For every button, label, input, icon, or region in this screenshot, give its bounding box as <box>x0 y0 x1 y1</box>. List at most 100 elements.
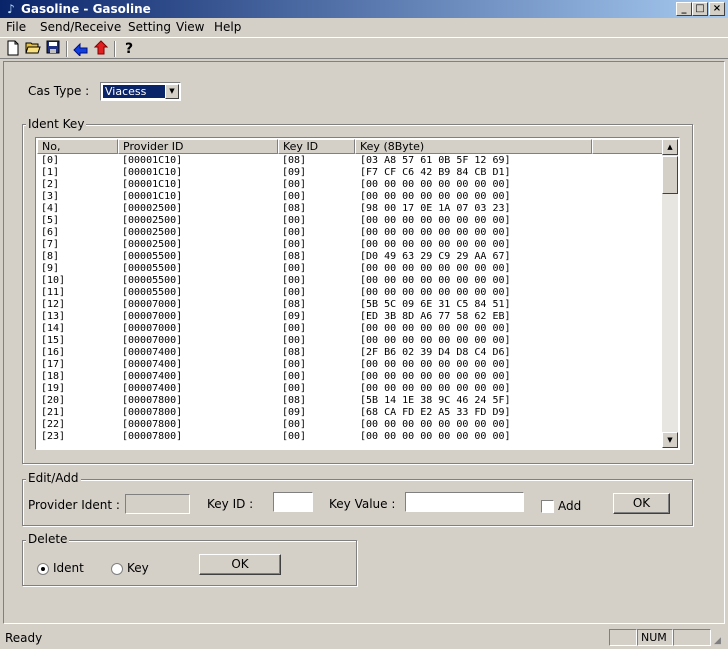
cell-key: [68 CA FD E2 A5 33 FD D9] <box>360 407 511 418</box>
table-row[interactable]: [6] [00002500] [00] [00 00 00 00 00 00 00 0… <box>37 227 663 239</box>
cell-key-id: [08] <box>282 203 307 214</box>
table-row[interactable]: [2] [00001C10] [00] [00 00 00 00 00 00 00 0… <box>37 179 663 191</box>
ident-radio[interactable] <box>37 563 49 575</box>
provider-ident-field[interactable] <box>125 494 190 514</box>
table-row[interactable]: [20] [00007800] [08] [5B 14 1E 38 9C 46 24 … <box>37 395 663 407</box>
key-radio[interactable] <box>111 563 123 575</box>
status-bar: Ready NUM ◢ <box>0 627 728 649</box>
delete-ok-button[interactable]: OK <box>199 554 281 575</box>
cell-no: [23] <box>41 431 66 442</box>
key-id-label: Key ID : <box>207 497 254 511</box>
cas-type-value: Viacess <box>103 85 165 98</box>
cell-provider-id: [00005500] <box>122 263 183 274</box>
upload-arrow-icon[interactable] <box>92 40 110 58</box>
download-arrow-icon[interactable] <box>72 40 90 58</box>
cell-provider-id: [00005500] <box>122 287 183 298</box>
ident-key-table[interactable]: No, Provider ID Key ID Key (8Byte) [0] [0… <box>35 137 680 450</box>
cell-key: [00 00 00 00 00 00 00 00] <box>360 215 511 226</box>
table-row[interactable]: [19] [00007400] [00] [00 00 00 00 00 00 00 … <box>37 383 663 395</box>
chevron-down-icon[interactable]: ▼ <box>165 84 179 99</box>
column-header-provider-id[interactable]: Provider ID <box>118 139 278 154</box>
cell-no: [9] <box>41 263 60 274</box>
table-row[interactable]: [1] [00001C10] [09] [F7 CF C6 42 B9 84 CB D… <box>37 167 663 179</box>
table-row[interactable]: [22] [00007800] [00] [00 00 00 00 00 00 00 … <box>37 419 663 431</box>
cell-key-id: [00] <box>282 227 307 238</box>
delete-group-title: Delete <box>26 532 70 546</box>
table-row[interactable]: [5] [00002500] [00] [00 00 00 00 00 00 00 0… <box>37 215 663 227</box>
table-row[interactable]: [0] [00001C10] [08] [03 A8 57 61 0B 5F 12 6… <box>37 155 663 167</box>
table-row[interactable]: [8] [00005500] [08] [D0 49 63 29 C9 29 AA 6… <box>37 251 663 263</box>
cell-provider-id: [00001C10] <box>122 179 183 190</box>
cas-type-dropdown[interactable]: Viacess ▼ <box>100 82 181 101</box>
cell-no: [7] <box>41 239 60 250</box>
open-folder-icon[interactable] <box>24 40 42 58</box>
cell-key-id: [00] <box>282 287 307 298</box>
cell-provider-id: [00007400] <box>122 347 183 358</box>
scroll-up-arrow-icon[interactable]: ▲ <box>662 139 678 155</box>
maximize-button[interactable]: □ <box>692 2 708 16</box>
scroll-down-arrow-icon[interactable]: ▼ <box>662 432 678 448</box>
table-row[interactable]: [21] [00007800] [09] [68 CA FD E2 A5 33 FD … <box>37 407 663 419</box>
table-row[interactable]: [3] [00001C10] [00] [00 00 00 00 00 00 00 0… <box>37 191 663 203</box>
column-header-no[interactable]: No, <box>37 139 118 154</box>
table-scrollbar[interactable]: ▲ ▼ <box>662 139 678 448</box>
cell-key: [5B 5C 09 6E 31 C5 84 51] <box>360 299 511 310</box>
add-checkbox[interactable] <box>541 500 554 513</box>
table-row[interactable]: [15] [00007000] [00] [00 00 00 00 00 00 00 … <box>37 335 663 347</box>
menu-send-receive[interactable]: Send/Receive <box>40 20 121 34</box>
new-file-icon[interactable] <box>4 40 22 58</box>
cell-key: [00 00 00 00 00 00 00 00] <box>360 359 511 370</box>
cell-provider-id: [00001C10] <box>122 167 183 178</box>
column-header-key[interactable]: Key (8Byte) <box>355 139 592 154</box>
table-row[interactable]: [16] [00007400] [08] [2F B6 02 39 D4 D8 C4 … <box>37 347 663 359</box>
cell-no: [14] <box>41 323 66 334</box>
cell-key: [00 00 00 00 00 00 00 00] <box>360 227 511 238</box>
menu-setting[interactable]: Setting <box>128 20 171 34</box>
help-icon[interactable]: ? <box>120 40 138 58</box>
cell-key: [00 00 00 00 00 00 00 00] <box>360 323 511 334</box>
table-row[interactable]: [7] [00002500] [00] [00 00 00 00 00 00 00 0… <box>37 239 663 251</box>
cell-key-id: [00] <box>282 323 307 334</box>
close-button[interactable]: × <box>709 2 725 16</box>
save-icon[interactable] <box>44 40 62 58</box>
cell-provider-id: [00007400] <box>122 359 183 370</box>
edit-add-group-title: Edit/Add <box>26 471 81 485</box>
cell-key: [03 A8 57 61 0B 5F 12 69] <box>360 155 511 166</box>
radio-selected-dot <box>41 567 45 571</box>
menu-help[interactable]: Help <box>214 20 241 34</box>
table-row[interactable]: [10] [00005500] [00] [00 00 00 00 00 00 00 … <box>37 275 663 287</box>
cell-key: [D0 49 63 29 C9 29 AA 67] <box>360 251 511 262</box>
table-row[interactable]: [12] [00007000] [08] [5B 5C 09 6E 31 C5 84 … <box>37 299 663 311</box>
cell-provider-id: [00007800] <box>122 407 183 418</box>
table-row[interactable]: [4] [00002500] [08] [98 00 17 0E 1A 07 03 2… <box>37 203 663 215</box>
title-bar[interactable]: ♪ Gasoline - Gasoline _ □ × <box>0 0 728 18</box>
cell-key: [00 00 00 00 00 00 00 00] <box>360 179 511 190</box>
table-row[interactable]: [9] [00005500] [00] [00 00 00 00 00 00 00 0… <box>37 263 663 275</box>
key-value-field[interactable] <box>405 492 524 512</box>
table-row[interactable]: [18] [00007400] [00] [00 00 00 00 00 00 00 … <box>37 371 663 383</box>
table-row[interactable]: [17] [00007400] [00] [00 00 00 00 00 00 00 … <box>37 359 663 371</box>
resize-grip-icon[interactable]: ◢ <box>714 635 726 647</box>
cell-provider-id: [00007800] <box>122 395 183 406</box>
menu-file[interactable]: File <box>6 20 26 34</box>
cell-key-id: [00] <box>282 263 307 274</box>
minimize-button[interactable]: _ <box>676 2 692 16</box>
table-row[interactable]: [14] [00007000] [00] [00 00 00 00 00 00 00 … <box>37 323 663 335</box>
menu-view[interactable]: View <box>176 20 204 34</box>
key-value-label: Key Value : <box>329 497 396 511</box>
cell-key-id: [09] <box>282 167 307 178</box>
cell-no: [8] <box>41 251 60 262</box>
edit-ok-button[interactable]: OK <box>613 493 670 514</box>
cell-key-id: [00] <box>282 275 307 286</box>
cell-no: [15] <box>41 335 66 346</box>
scroll-thumb[interactable] <box>662 156 678 194</box>
key-id-field[interactable] <box>273 492 313 512</box>
table-row[interactable]: [23] [00007800] [00] [00 00 00 00 00 00 00 … <box>37 431 663 443</box>
cell-key: [00 00 00 00 00 00 00 00] <box>360 191 511 202</box>
cell-key-id: [00] <box>282 419 307 430</box>
table-row[interactable]: [13] [00007000] [09] [ED 3B 8D A6 77 58 62 … <box>37 311 663 323</box>
column-header-empty[interactable] <box>592 139 663 154</box>
table-row[interactable]: [11] [00005500] [00] [00 00 00 00 00 00 00 … <box>37 287 663 299</box>
column-header-key-id[interactable]: Key ID <box>278 139 355 154</box>
window-title: Gasoline - Gasoline <box>21 2 151 16</box>
